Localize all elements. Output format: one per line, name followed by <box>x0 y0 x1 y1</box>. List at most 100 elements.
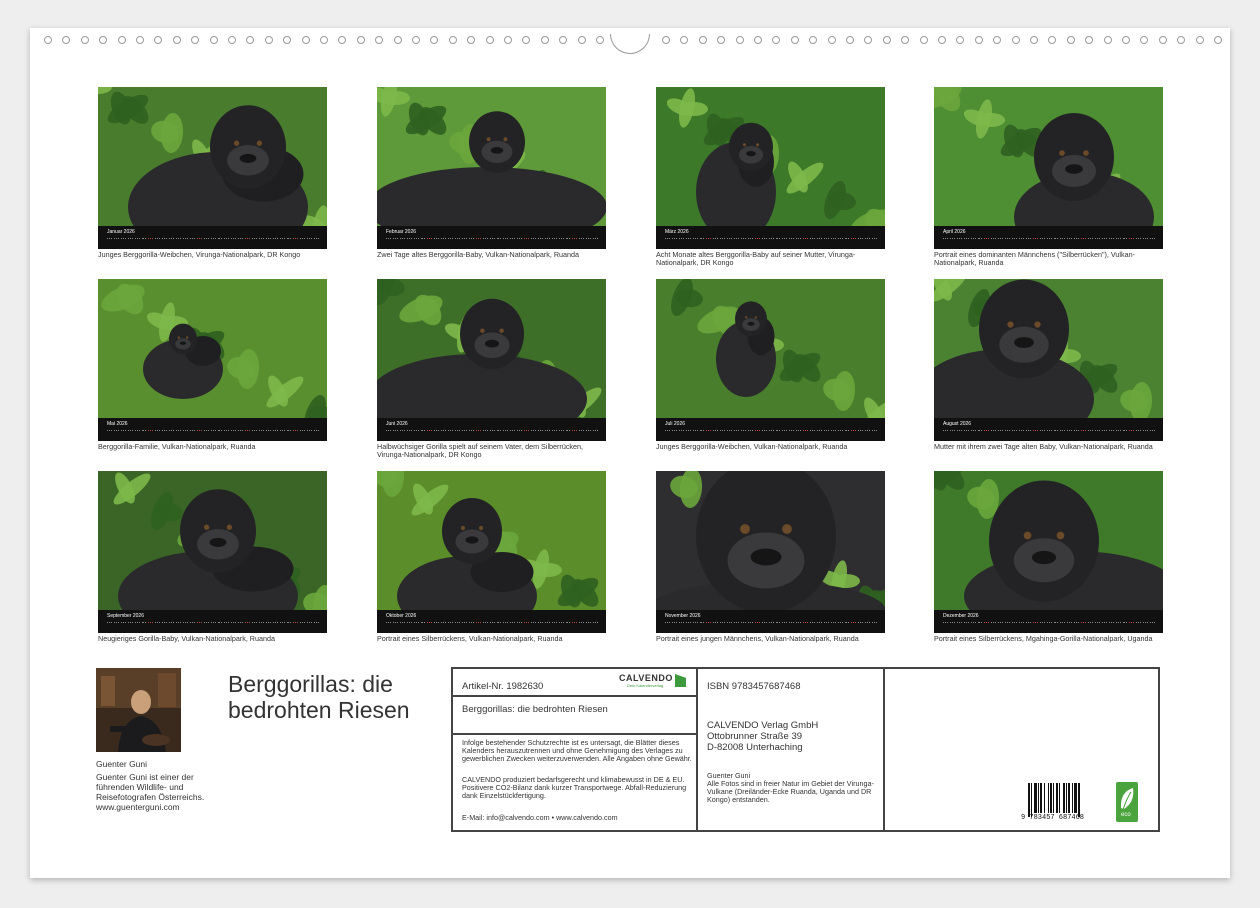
binding-ring <box>283 36 292 44</box>
month-label: Juli 2026 <box>665 421 686 427</box>
gorilla-photo <box>377 279 606 418</box>
month-label: Dezember 2026 <box>943 613 979 619</box>
month-label: Februar 2026 <box>386 229 417 235</box>
binding-ring <box>596 36 604 44</box>
photo-caption: Junges Berggorilla-Weibchen, Vulkan-Nati… <box>656 442 848 451</box>
month-label: November 2026 <box>665 613 701 619</box>
binding-ring <box>735 36 744 44</box>
day-grid <box>943 430 1156 436</box>
photo-caption: Junges Berggorilla-Weibchen, Virunga-Nat… <box>98 250 301 259</box>
photo-caption: Portrait eines dominanten Männchens ("Si… <box>934 250 1135 267</box>
photo-caption: Halbwüchsiger Gorilla spielt auf seinem … <box>377 442 584 459</box>
eco-notice: CALVENDO produziert bedarfsgerecht und k… <box>462 775 687 801</box>
calvendo-mark-icon <box>675 674 686 687</box>
barcode-bar <box>1048 783 1049 813</box>
month-thumbnail: November 2026 Portrait eines jungen Männc… <box>656 471 885 643</box>
gorilla-photo <box>934 279 1163 418</box>
day-grid <box>107 430 320 436</box>
binding-ring <box>772 36 781 44</box>
photo-caption: Portrait eines Silberrückens, Mgahinga-G… <box>934 634 1153 643</box>
binding-ring <box>485 36 494 44</box>
photo-caption: Acht Monate altes Berggorilla-Baby auf s… <box>656 250 856 267</box>
binding-ring <box>136 36 144 44</box>
calendar-title: Berggorillas: die bedrohten Riesen <box>228 671 410 723</box>
photo-caption: Mutter mit ihrem zwei Tage alten Baby, V… <box>934 442 1153 451</box>
binding-ring <box>827 36 836 44</box>
barcode-bar <box>1066 783 1067 813</box>
publisher-info-box: Artikel-Nr. 1982630 CALVENDO Dein Kalend… <box>451 667 1160 832</box>
gorilla-photo <box>934 87 1163 226</box>
binding-ring <box>467 36 476 44</box>
binding-ring <box>680 36 689 44</box>
binding-ring <box>846 36 854 44</box>
binding-ring <box>717 36 726 44</box>
binding-ring <box>99 36 108 44</box>
gorilla-photo <box>656 87 885 226</box>
barcode-bar <box>1031 783 1032 817</box>
barcode-bar <box>1068 783 1070 813</box>
photo-caption: Zwei Tage altes Berggorilla-Baby, Vulkan… <box>377 250 580 259</box>
day-grid <box>386 238 599 244</box>
month-thumbnail: Juni 2026 Halbwüchsiger Gorilla spielt au… <box>377 279 606 459</box>
binding-ring <box>191 36 200 44</box>
binding-ring <box>1158 36 1167 44</box>
calendar-back-sheet: Januar 2026 Junges Berggorilla-Weibchen, … <box>30 28 1230 878</box>
binding-ring <box>264 36 273 44</box>
month-calendar-strip: September 2026 <box>98 610 327 633</box>
isbn: ISBN 9783457687468 <box>707 681 801 692</box>
legal-notice: Infolge bestehender Schutzrechte ist es … <box>462 738 692 764</box>
binding-ring <box>301 36 310 44</box>
binding-ring <box>80 36 89 44</box>
month-thumbnail: Mai 2026 Berggorilla-Familie, Vulkan-Nati… <box>98 279 327 451</box>
binding-ring <box>1085 36 1094 44</box>
binding-ring <box>1195 36 1204 44</box>
day-grid <box>107 622 320 628</box>
binding-ring <box>1011 36 1020 44</box>
barcode-bar <box>1044 783 1045 813</box>
month-thumbnail: Februar 2026 Zwei Tage altes Berggorilla-… <box>377 87 606 259</box>
month-thumbnail: Januar 2026 Junges Berggorilla-Weibchen, … <box>98 87 327 259</box>
month-thumbnail: Juli 2026 Junges Berggorilla-Weibchen, Vu… <box>656 279 885 451</box>
binding-ring <box>522 36 531 44</box>
gorilla-photo <box>98 279 327 418</box>
day-grid <box>665 430 878 436</box>
binding-ring <box>228 36 236 44</box>
binding-ring <box>698 36 707 44</box>
month-label: Januar 2026 <box>107 229 135 235</box>
calvendo-brand: CALVENDO <box>619 673 673 683</box>
gorilla-photo <box>377 87 606 226</box>
binding-ring <box>901 36 910 44</box>
gorilla-photo <box>98 471 327 610</box>
binding-ring <box>62 36 71 44</box>
binding-ring <box>393 36 402 44</box>
author-description: Guenter Guni ist einer der führenden Wil… <box>96 772 205 812</box>
month-calendar-strip: April 2026 <box>934 226 1163 249</box>
eco-label: eco <box>1121 812 1131 818</box>
binding-ring <box>938 36 946 44</box>
binding-ring <box>504 36 512 44</box>
calvendo-tagline: Dein Kalenderverlag <box>627 683 664 688</box>
binding-ring <box>246 36 255 44</box>
photo-note: Alle Fotos sind in freier Natur im Gebie… <box>707 779 874 805</box>
gorilla-photo <box>934 471 1163 610</box>
month-label: März 2026 <box>665 229 689 235</box>
binding-ring <box>44 36 52 44</box>
binding-ring <box>1066 36 1075 44</box>
month-calendar-strip: August 2026 <box>934 418 1163 441</box>
month-calendar-strip: November 2026 <box>656 610 885 633</box>
month-calendar-strip: Oktober 2026 <box>377 610 606 633</box>
binding-ring <box>172 36 181 44</box>
month-thumbnail: April 2026 Portrait eines dominanten Männ… <box>934 87 1163 267</box>
barcode-bar <box>1074 783 1077 813</box>
binding-ring <box>154 36 163 44</box>
photo-caption: Neugieriges Gorilla-Baby, Vulkan-Nationa… <box>98 634 275 643</box>
photo-caption: Portrait eines Silberrückens, Vulkan-Nat… <box>377 634 563 643</box>
day-grid <box>665 238 878 244</box>
binding-ring <box>662 36 670 44</box>
day-grid <box>107 238 320 244</box>
binding-ring <box>1214 36 1222 44</box>
month-thumbnail: September 2026 Neugieriges Gorilla-Baby, … <box>98 471 327 643</box>
binding-ring <box>338 36 347 44</box>
binding-ring <box>412 36 420 44</box>
binding-ring <box>864 36 873 44</box>
